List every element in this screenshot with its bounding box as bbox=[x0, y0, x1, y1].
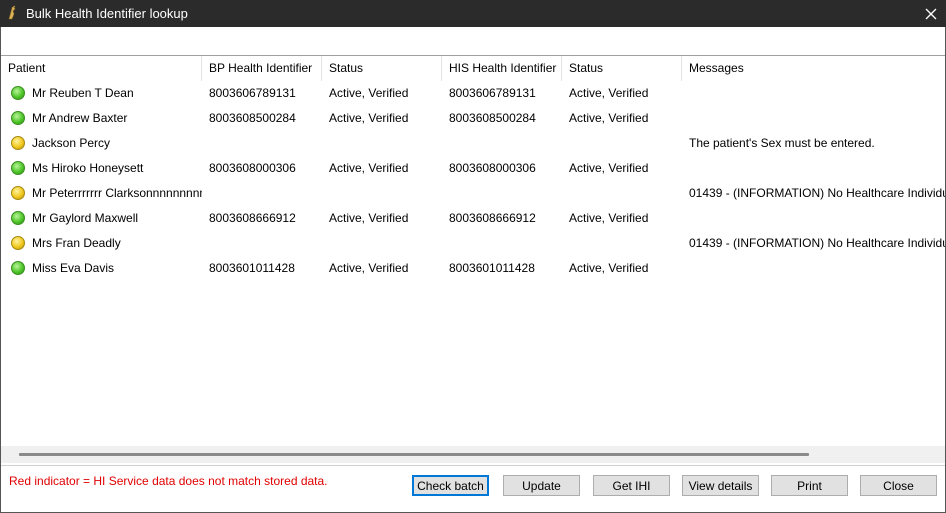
table-row[interactable]: Mr Gaylord Maxwell 8003608666912 Active, V… bbox=[1, 206, 945, 231]
cell-bp-status: Active, Verified bbox=[329, 111, 409, 125]
cell-message bbox=[682, 156, 945, 181]
column-header-his-status[interactable]: Status bbox=[562, 56, 682, 81]
cell-his-status: Active, Verified bbox=[569, 161, 649, 175]
table-row[interactable]: Miss Eva Davis 8003601011428 Active, Verif… bbox=[1, 256, 945, 281]
close-icon[interactable] bbox=[916, 0, 946, 27]
get-ihi-button[interactable]: Get IHI bbox=[593, 475, 670, 496]
table-row[interactable]: Mrs Fran Deadly 01439 - (INFORMATION) No … bbox=[1, 231, 945, 256]
patient-list[interactable]: Patient BP Health Identifier Status HIS … bbox=[1, 55, 945, 466]
cell-patient: Ms Hiroko Honeysett bbox=[32, 161, 144, 175]
cell-message bbox=[682, 206, 945, 231]
cell-message: 01439 - (INFORMATION) No Healthcare Indi… bbox=[689, 236, 945, 250]
cell-his-health-identifier: 8003608000306 bbox=[449, 161, 536, 175]
window-title: Bulk Health Identifier lookup bbox=[26, 6, 188, 21]
cell-message bbox=[682, 106, 945, 131]
cell-bp-status: Active, Verified bbox=[329, 261, 409, 275]
cell-bp-status bbox=[322, 231, 442, 256]
horizontal-scrollbar[interactable] bbox=[1, 446, 945, 463]
cell-bp-status bbox=[322, 181, 442, 206]
cell-his-status bbox=[562, 231, 682, 256]
indicator-legend-note: Red indicator = HI Service data does not… bbox=[9, 474, 328, 488]
cell-bp-health-identifier: 8003601011428 bbox=[209, 261, 295, 275]
table-row[interactable]: Ms Hiroko Honeysett 8003608000306 Active, … bbox=[1, 156, 945, 181]
title-bar: Bulk Health Identifier lookup bbox=[0, 0, 946, 27]
scrollbar-thumb[interactable] bbox=[19, 453, 809, 456]
cell-his-status: Active, Verified bbox=[569, 211, 649, 225]
cell-message bbox=[682, 256, 945, 281]
cell-bp-health-identifier bbox=[202, 131, 322, 156]
cell-bp-health-identifier: 8003608666912 bbox=[209, 211, 296, 225]
cell-his-health-identifier bbox=[442, 231, 562, 256]
cell-patient: Mr Gaylord Maxwell bbox=[32, 211, 139, 225]
list-header: Patient BP Health Identifier Status HIS … bbox=[1, 56, 945, 81]
cell-his-status bbox=[562, 131, 682, 156]
cell-his-health-identifier: 8003606789131 bbox=[449, 86, 536, 100]
cell-his-status: Active, Verified bbox=[569, 261, 649, 275]
cell-patient: Mr Andrew Baxter bbox=[32, 111, 128, 125]
cell-bp-status: Active, Verified bbox=[329, 211, 409, 225]
cell-bp-health-identifier bbox=[202, 231, 322, 256]
cell-his-health-identifier: 8003608666912 bbox=[449, 211, 536, 225]
view-details-button[interactable]: View details bbox=[682, 475, 759, 496]
cell-message: The patient's Sex must be entered. bbox=[689, 136, 875, 150]
cell-his-status: Active, Verified bbox=[569, 111, 649, 125]
cell-patient: Jackson Percy bbox=[32, 136, 111, 150]
cell-bp-health-identifier: 8003608000306 bbox=[209, 161, 296, 175]
column-header-messages[interactable]: Messages bbox=[682, 56, 945, 81]
cell-patient: Mrs Fran Deadly bbox=[32, 236, 121, 250]
cell-his-health-identifier bbox=[442, 181, 562, 206]
cell-patient: Miss Eva Davis bbox=[32, 261, 115, 275]
print-button[interactable]: Print bbox=[771, 475, 848, 496]
cell-bp-health-identifier: 8003606789131 bbox=[209, 86, 296, 100]
cell-patient: Mr Reuben T Dean bbox=[32, 86, 134, 100]
cell-his-health-identifier: 8003608500284 bbox=[449, 111, 536, 125]
cell-his-status: Active, Verified bbox=[569, 86, 649, 100]
table-row[interactable]: Mr Peterrrrrrr Clarksonnnnnnnnnnn... 0143… bbox=[1, 181, 945, 206]
cell-his-status bbox=[562, 181, 682, 206]
close-button[interactable]: Close bbox=[860, 475, 937, 496]
cell-his-health-identifier bbox=[442, 131, 562, 156]
cell-bp-health-identifier bbox=[202, 181, 322, 206]
cell-bp-status: Active, Verified bbox=[329, 161, 409, 175]
column-header-bp-status[interactable]: Status bbox=[322, 56, 442, 81]
table-row[interactable]: Mr Reuben T Dean 8003606789131 Active, Ver… bbox=[1, 81, 945, 106]
cell-bp-status bbox=[322, 131, 442, 156]
update-button[interactable]: Update bbox=[503, 475, 580, 496]
cell-message: 01439 - (INFORMATION) No Healthcare Indi… bbox=[689, 186, 945, 200]
cell-message bbox=[682, 81, 945, 106]
cell-his-health-identifier: 8003601011428 bbox=[449, 261, 535, 275]
column-header-bp-health-identifier[interactable]: BP Health Identifier bbox=[202, 56, 322, 81]
column-header-patient[interactable]: Patient bbox=[1, 56, 202, 81]
check-batch-button[interactable]: Check batch bbox=[412, 475, 489, 496]
cell-bp-health-identifier: 8003608500284 bbox=[209, 111, 296, 125]
column-header-his-health-identifier[interactable]: HIS Health Identifier bbox=[442, 56, 562, 81]
cell-patient: Mr Peterrrrrrr Clarksonnnnnnnnnnn... bbox=[32, 186, 202, 200]
app-icon bbox=[8, 5, 16, 20]
table-row[interactable]: Mr Andrew Baxter 8003608500284 Active, Ver… bbox=[1, 106, 945, 131]
cell-bp-status: Active, Verified bbox=[329, 86, 409, 100]
table-row[interactable]: Jackson Percy The patient's Sex must be e… bbox=[1, 131, 945, 156]
